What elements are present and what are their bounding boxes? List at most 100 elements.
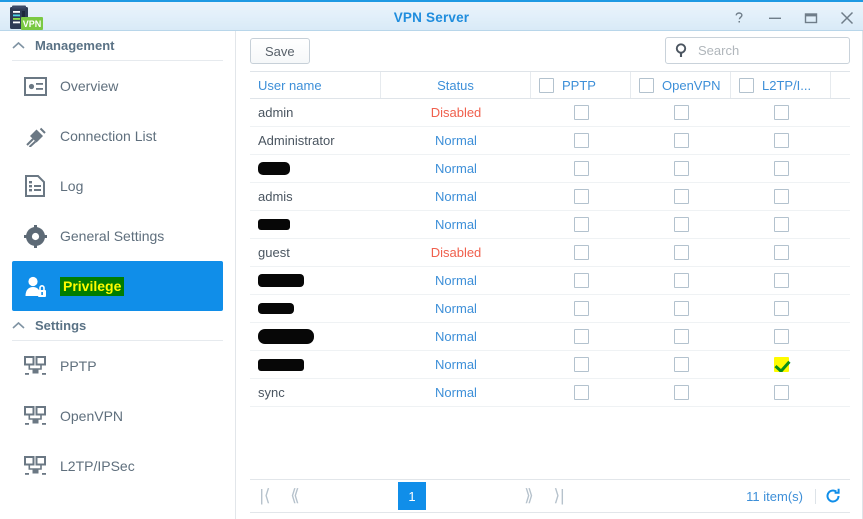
cell-l2tp-checkbox[interactable] [731,329,831,344]
openvpn-checkbox[interactable] [673,161,689,176]
sidebar-item-l2tp-ipsec[interactable]: L2TP/IPSec [12,441,223,491]
l2tp-checkbox[interactable] [773,105,789,120]
pptp-checkbox[interactable] [573,189,589,204]
cell-pptp-checkbox[interactable] [531,273,631,288]
openvpn-checkbox[interactable] [673,217,689,232]
first-page-button[interactable]: |⟨ [250,480,280,512]
column-header-status[interactable]: Status [381,72,531,98]
l2tp-checkbox[interactable] [773,217,789,232]
sidebar-item-privilege[interactable]: Privilege [12,261,223,311]
cell-l2tp-checkbox[interactable] [731,245,831,260]
last-page-button[interactable]: ⟩| [544,480,574,512]
search-input[interactable] [696,39,863,62]
cell-pptp-checkbox[interactable] [531,189,631,204]
cell-l2tp-checkbox[interactable] [731,273,831,288]
pptp-checkbox[interactable] [573,245,589,260]
pptp-checkbox[interactable] [573,217,589,232]
cell-openvpn-checkbox[interactable] [631,357,731,372]
l2tp-checkbox[interactable] [773,133,789,148]
table-row[interactable]: Administrator Normal [250,127,850,155]
table-row[interactable]: Normal [250,267,850,295]
openvpn-checkbox[interactable] [673,133,689,148]
cell-pptp-checkbox[interactable] [531,133,631,148]
close-button[interactable] [837,8,857,28]
openvpn-checkbox[interactable] [673,189,689,204]
sidebar-section-management[interactable]: Management [12,31,223,61]
column-header-openvpn[interactable]: OpenVPN [631,72,731,98]
column-header-user-name[interactable]: User name [250,72,381,98]
next-page-button[interactable]: ⟫ [514,480,544,512]
prev-page-button[interactable]: ⟪ [280,480,310,512]
cell-l2tp-checkbox[interactable] [731,189,831,204]
cell-pptp-checkbox[interactable] [531,385,631,400]
cell-pptp-checkbox[interactable] [531,245,631,260]
sidebar-item-general-settings[interactable]: General Settings [12,211,223,261]
cell-pptp-checkbox[interactable] [531,105,631,120]
l2tp-checkbox[interactable] [773,189,789,204]
cell-l2tp-checkbox[interactable] [731,217,831,232]
cell-pptp-checkbox[interactable] [531,357,631,372]
table-row[interactable]: Normal [250,323,850,351]
sidebar-section-settings[interactable]: Settings [12,311,223,341]
pptp-checkbox[interactable] [573,385,589,400]
table-row[interactable]: Normal [250,351,850,379]
refresh-icon[interactable] [816,480,850,512]
openvpn-checkbox[interactable] [673,105,689,120]
search-box[interactable] [665,37,863,64]
table-row[interactable]: Normal [250,155,850,183]
column-header-l2tp[interactable]: L2TP/I... [731,72,831,98]
save-button[interactable]: Save [250,38,310,64]
table-row[interactable]: sync Normal [250,379,850,407]
cell-openvpn-checkbox[interactable] [631,273,731,288]
cell-openvpn-checkbox[interactable] [631,245,731,260]
table-row[interactable]: Normal [250,295,850,323]
sidebar-item-openvpn[interactable]: OpenVPN [12,391,223,441]
select-all-openvpn-checkbox[interactable] [639,77,654,93]
page-number-1[interactable]: 1 [398,482,426,510]
select-all-l2tp-checkbox[interactable] [739,77,754,93]
minimize-button[interactable] [765,8,785,28]
openvpn-checkbox[interactable] [673,301,689,316]
table-row[interactable]: admis Normal [250,183,850,211]
sidebar-item-pptp[interactable]: PPTP [12,341,223,391]
cell-l2tp-checkbox[interactable] [731,301,831,316]
help-button[interactable] [729,8,749,28]
cell-openvpn-checkbox[interactable] [631,133,731,148]
cell-pptp-checkbox[interactable] [531,301,631,316]
l2tp-checkbox[interactable] [773,245,789,260]
cell-l2tp-checkbox[interactable] [731,105,831,120]
cell-openvpn-checkbox[interactable] [631,161,731,176]
l2tp-checkbox[interactable] [773,273,789,288]
cell-openvpn-checkbox[interactable] [631,329,731,344]
openvpn-checkbox[interactable] [673,245,689,260]
table-row[interactable]: Normal [250,211,850,239]
maximize-button[interactable] [801,8,821,28]
cell-openvpn-checkbox[interactable] [631,105,731,120]
pptp-checkbox[interactable] [573,357,589,372]
cell-l2tp-checkbox[interactable] [731,385,831,400]
pptp-checkbox[interactable] [573,329,589,344]
cell-pptp-checkbox[interactable] [531,329,631,344]
l2tp-checkbox[interactable] [773,301,789,316]
pptp-checkbox[interactable] [573,273,589,288]
cell-l2tp-checkbox[interactable] [731,161,831,176]
pptp-checkbox[interactable] [573,161,589,176]
cell-openvpn-checkbox[interactable] [631,385,731,400]
openvpn-checkbox[interactable] [673,273,689,288]
sidebar-item-log[interactable]: Log [12,161,223,211]
select-all-pptp-checkbox[interactable] [539,77,554,93]
l2tp-checkbox[interactable] [773,357,789,372]
table-row[interactable]: admin Disabled [250,99,850,127]
cell-openvpn-checkbox[interactable] [631,301,731,316]
openvpn-checkbox[interactable] [673,329,689,344]
cell-pptp-checkbox[interactable] [531,217,631,232]
column-header-pptp[interactable]: PPTP [531,72,631,98]
l2tp-checkbox[interactable] [773,161,789,176]
pptp-checkbox[interactable] [573,105,589,120]
sidebar-item-connection-list[interactable]: Connection List [12,111,223,161]
cell-openvpn-checkbox[interactable] [631,217,731,232]
cell-openvpn-checkbox[interactable] [631,189,731,204]
openvpn-checkbox[interactable] [673,385,689,400]
cell-pptp-checkbox[interactable] [531,161,631,176]
l2tp-checkbox[interactable] [773,385,789,400]
